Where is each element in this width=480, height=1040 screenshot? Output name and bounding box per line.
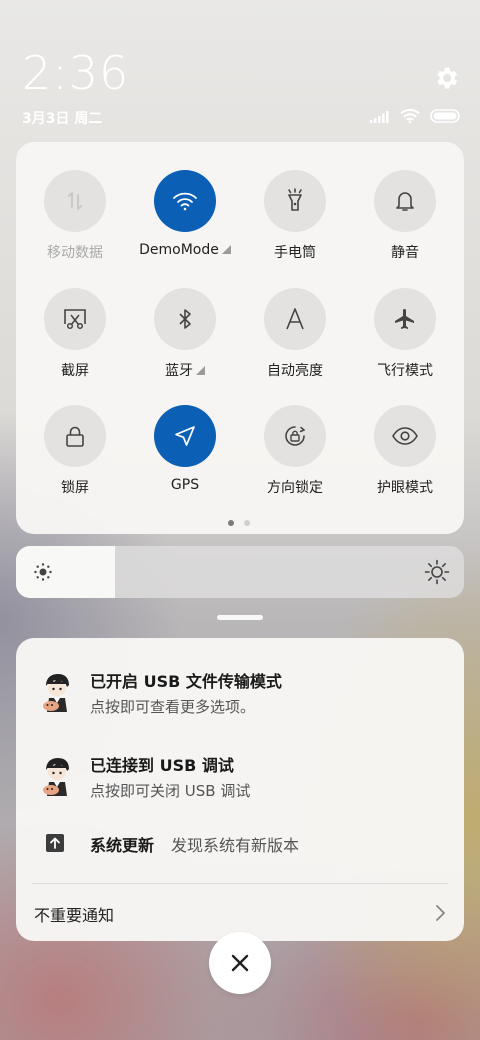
- notification-title: 已开启 USB 文件传输模式: [90, 672, 282, 691]
- battery-icon: [430, 108, 460, 127]
- app-avatar-icon: [38, 672, 78, 716]
- tile-silent[interactable]: 静音: [350, 170, 460, 262]
- wifi-icon: [154, 170, 216, 232]
- tile-mobile-data[interactable]: 移动数据: [20, 170, 130, 262]
- tile-label: 锁屏: [61, 480, 89, 496]
- tile-flashlight[interactable]: 手电筒: [240, 170, 350, 262]
- drag-handle[interactable]: [217, 615, 263, 620]
- close-icon: [231, 954, 249, 972]
- tile-auto-brightness[interactable]: 自动亮度: [240, 288, 350, 380]
- tile-label: 手电筒: [274, 245, 316, 261]
- clock: 2:36: [22, 46, 130, 100]
- notification-panel: 已开启 USB 文件传输模式 点按即可查看更多选项。 已连接到 USB 调试 点…: [16, 638, 464, 941]
- date-label: 3月3日 周二: [22, 111, 103, 127]
- bluetooth-icon: [154, 288, 216, 350]
- tile-label: DemoMode: [139, 242, 219, 258]
- lock-icon: [44, 405, 106, 467]
- page-dot[interactable]: [244, 520, 250, 526]
- brightness-low-icon: [32, 561, 54, 587]
- airplane-icon: [374, 288, 436, 350]
- settings-gear-icon[interactable]: [432, 64, 460, 92]
- page-indicator[interactable]: [228, 520, 250, 526]
- brightness-fill: [16, 546, 115, 598]
- expand-triangle-icon: [196, 366, 205, 375]
- tile-airplane[interactable]: 飞行模式: [350, 288, 460, 380]
- expand-triangle-icon: [221, 245, 231, 254]
- tile-gps[interactable]: GPS: [130, 405, 240, 493]
- tile-label: GPS: [170, 477, 200, 493]
- eye-icon: [374, 405, 436, 467]
- page-dot[interactable]: [228, 520, 234, 526]
- signal-icon: [370, 108, 390, 127]
- tile-bluetooth[interactable]: 蓝牙: [130, 288, 240, 380]
- tile-lock-screen[interactable]: 锁屏: [20, 405, 130, 497]
- divider: [32, 883, 448, 884]
- brightness-slider[interactable]: [16, 546, 464, 598]
- clear-all-button[interactable]: [209, 932, 271, 994]
- notification-system-update[interactable]: 系统更新 发现系统有新版本: [16, 832, 464, 856]
- tile-label: 护眼模式: [377, 480, 433, 496]
- update-arrow-icon: [46, 834, 64, 852]
- notification-usb-debugging[interactable]: 已连接到 USB 调试 点按即可关闭 USB 调试: [16, 750, 464, 806]
- tile-label: 截屏: [61, 363, 89, 379]
- mobile-data-icon: [44, 170, 106, 232]
- tile-label: 自动亮度: [267, 363, 323, 379]
- quick-settings-panel: 移动数据 DemoMode 手电筒 静音 截屏 蓝牙 自动亮度 飞行模式 锁屏 …: [16, 142, 464, 534]
- auto-brightness-icon: [264, 288, 326, 350]
- brightness-high-icon: [424, 559, 450, 589]
- tile-eye-care[interactable]: 护眼模式: [350, 405, 460, 497]
- wifi-status-icon: [400, 108, 420, 127]
- rotation-lock-icon: [264, 405, 326, 467]
- app-avatar-icon: [38, 756, 78, 800]
- unimportant-notifications-link[interactable]: 不重要通知: [34, 902, 114, 926]
- tile-label: 飞行模式: [377, 363, 433, 379]
- notification-usb-transfer[interactable]: 已开启 USB 文件传输模式 点按即可查看更多选项。: [16, 666, 464, 722]
- tile-wifi[interactable]: DemoMode: [130, 170, 240, 258]
- notification-text: 点按即可查看更多选项。: [90, 698, 256, 716]
- tile-label: 静音: [391, 245, 419, 261]
- tile-label: 移动数据: [47, 245, 103, 261]
- tile-label: 方向锁定: [267, 480, 323, 496]
- notification-text: 点按即可关闭 USB 调试: [90, 782, 251, 800]
- tile-label: 蓝牙: [165, 363, 193, 379]
- tile-screenshot[interactable]: 截屏: [20, 288, 130, 380]
- status-icons: [370, 108, 460, 127]
- flashlight-icon: [264, 170, 326, 232]
- bell-icon: [374, 170, 436, 232]
- notification-title: 已连接到 USB 调试: [90, 756, 234, 775]
- notification-title: 系统更新: [90, 836, 155, 855]
- location-arrow-icon: [154, 405, 216, 467]
- tile-rotation-lock[interactable]: 方向锁定: [240, 405, 350, 497]
- chevron-right-icon[interactable]: [434, 903, 448, 927]
- notification-text: 发现系统有新版本: [171, 836, 300, 855]
- screenshot-icon: [44, 288, 106, 350]
